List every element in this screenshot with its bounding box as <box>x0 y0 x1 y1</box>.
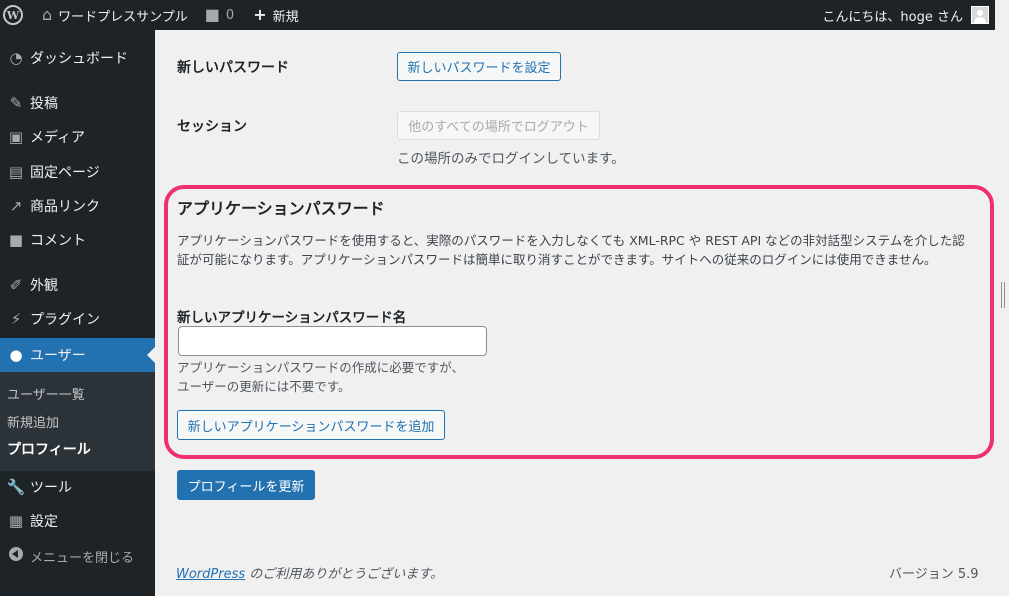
sidebar-item-product-links[interactable]: ↗ 商品リンク <box>0 189 155 223</box>
my-account-menu[interactable]: こんにちは、hoge さん <box>815 0 995 30</box>
collapse-arrow-icon <box>9 547 23 561</box>
admin-bar: W ⌂ ワードプレスサンプル ■ 0 + 新規 こんにちは、hoge さん <box>0 0 995 30</box>
home-icon: ⌂ <box>42 5 53 24</box>
sidebar-item-dashboard[interactable]: ◔ ダッシュボード <box>0 41 155 75</box>
page-icon: ▤ <box>8 163 24 181</box>
comments-menu[interactable]: ■ 0 <box>195 0 241 30</box>
settings-icon: ▦ <box>8 512 24 530</box>
collapse-label: メニューを閉じる <box>30 550 135 566</box>
greeting: こんにちは、hoge さん <box>822 9 963 25</box>
sidebar-item-label: ユーザー <box>30 348 86 364</box>
sidebar-item-label: プラグイン <box>30 312 100 328</box>
sidebar-item-label: 固定ページ <box>30 165 100 181</box>
sidebar-item-label: 設定 <box>30 514 58 530</box>
sidebar-item-label: 投稿 <box>30 96 58 112</box>
admin-sidebar: ◔ ダッシュボード ✎ 投稿 ▣ メディア ▤ 固定ページ ↗ 商品リンク ■ … <box>0 30 155 596</box>
sidebar-item-tools[interactable]: 🔧 ツール <box>0 470 155 504</box>
sidebar-item-media[interactable]: ▣ メディア <box>0 120 155 154</box>
session-label: セッション <box>177 119 247 135</box>
site-name: ワードプレスサンプル <box>58 9 188 25</box>
app-password-name-input[interactable] <box>178 326 487 356</box>
collapse-icon-wrap <box>0 547 30 565</box>
sidebar-item-label: 外観 <box>30 278 58 294</box>
resize-handle[interactable] <box>1001 282 1005 308</box>
sidebar-item-settings[interactable]: ▦ 設定 <box>0 504 155 538</box>
footer-version: バージョン 5.9 <box>889 567 979 582</box>
site-name-menu[interactable]: ⌂ ワードプレスサンプル <box>30 0 195 30</box>
sidebar-item-appearance[interactable]: ✐ 外観 <box>0 268 155 302</box>
session-description: この場所のみでログインしています。 <box>397 151 625 167</box>
plus-icon: + <box>253 5 267 24</box>
sidebar-item-label: ツール <box>30 480 72 496</box>
wrench-icon: 🔧 <box>6 478 26 496</box>
sidebar-item-pages[interactable]: ▤ 固定ページ <box>0 155 155 189</box>
comment-icon: ■ <box>8 231 24 249</box>
comment-bubble-icon: ■ <box>204 5 220 24</box>
sidebar-item-label: ダッシュボード <box>30 51 128 67</box>
avatar <box>971 6 989 24</box>
sidebar-item-label: 商品リンク <box>30 199 100 215</box>
sidebar-item-label: コメント <box>30 233 86 249</box>
user-icon: ● <box>9 346 23 364</box>
submenu-item-profile[interactable]: プロフィール <box>7 439 91 459</box>
app-passwords-description: アプリケーションパスワードを使用すると、実際のパスワードを入力しなくても XML… <box>177 233 965 267</box>
comments-count: 0 <box>225 7 235 23</box>
app-password-name-label: 新しいアプリケーションパスワード名 <box>177 310 407 326</box>
brush-icon: ✐ <box>9 276 23 294</box>
new-content-menu[interactable]: + 新規 <box>241 0 305 30</box>
hint-line-2: ユーザーの更新には不要です。 <box>177 379 351 394</box>
add-app-password-button[interactable]: 新しいアプリケーションパスワードを追加 <box>177 410 445 440</box>
pin-icon: ✎ <box>9 94 23 112</box>
sidebar-item-users[interactable]: ● ユーザー <box>0 338 155 372</box>
wordpress-link[interactable]: WordPress <box>176 567 245 582</box>
submenu-item-add-new[interactable]: 新規追加 <box>7 412 59 431</box>
new-password-label: 新しいパスワード <box>177 60 289 76</box>
users-submenu: ユーザー一覧 新規追加 プロフィール <box>0 372 155 471</box>
set-new-password-button[interactable]: 新しいパスワードを設定 <box>397 52 561 81</box>
update-profile-button[interactable]: プロフィールを更新 <box>177 470 315 500</box>
plugin-icon: ⚡ <box>10 310 22 328</box>
sidebar-item-posts[interactable]: ✎ 投稿 <box>0 86 155 120</box>
sidebar-item-plugins[interactable]: ⚡ プラグイン <box>0 302 155 336</box>
footer-thanks-text: のご利用ありがとうございます。 <box>245 567 443 582</box>
submenu-item-all-users[interactable]: ユーザー一覧 <box>7 384 85 403</box>
new-label: 新規 <box>272 9 299 25</box>
collapse-menu-button[interactable]: メニューを閉じる <box>0 539 155 573</box>
wordpress-logo-icon: W <box>3 5 23 25</box>
hint-line-1: アプリケーションパスワードの作成に必要ですが、 <box>177 360 465 375</box>
app-passwords-title: アプリケーションパスワード <box>177 199 385 218</box>
dashboard-icon: ◔ <box>9 49 23 67</box>
link-icon: ↗ <box>9 197 23 215</box>
wp-logo-menu[interactable]: W <box>0 0 30 30</box>
sidebar-item-comments[interactable]: ■ コメント <box>0 223 155 257</box>
logout-everywhere-button[interactable]: 他のすべての場所でログアウト <box>397 111 600 140</box>
sidebar-item-label: メディア <box>30 130 86 146</box>
media-icon: ▣ <box>8 128 24 146</box>
app-password-hint: アプリケーションパスワードの作成に必要ですが、 ユーザーの更新には不要です。 <box>177 358 464 396</box>
footer-thanks: WordPress のご利用ありがとうございます。 <box>176 563 443 582</box>
